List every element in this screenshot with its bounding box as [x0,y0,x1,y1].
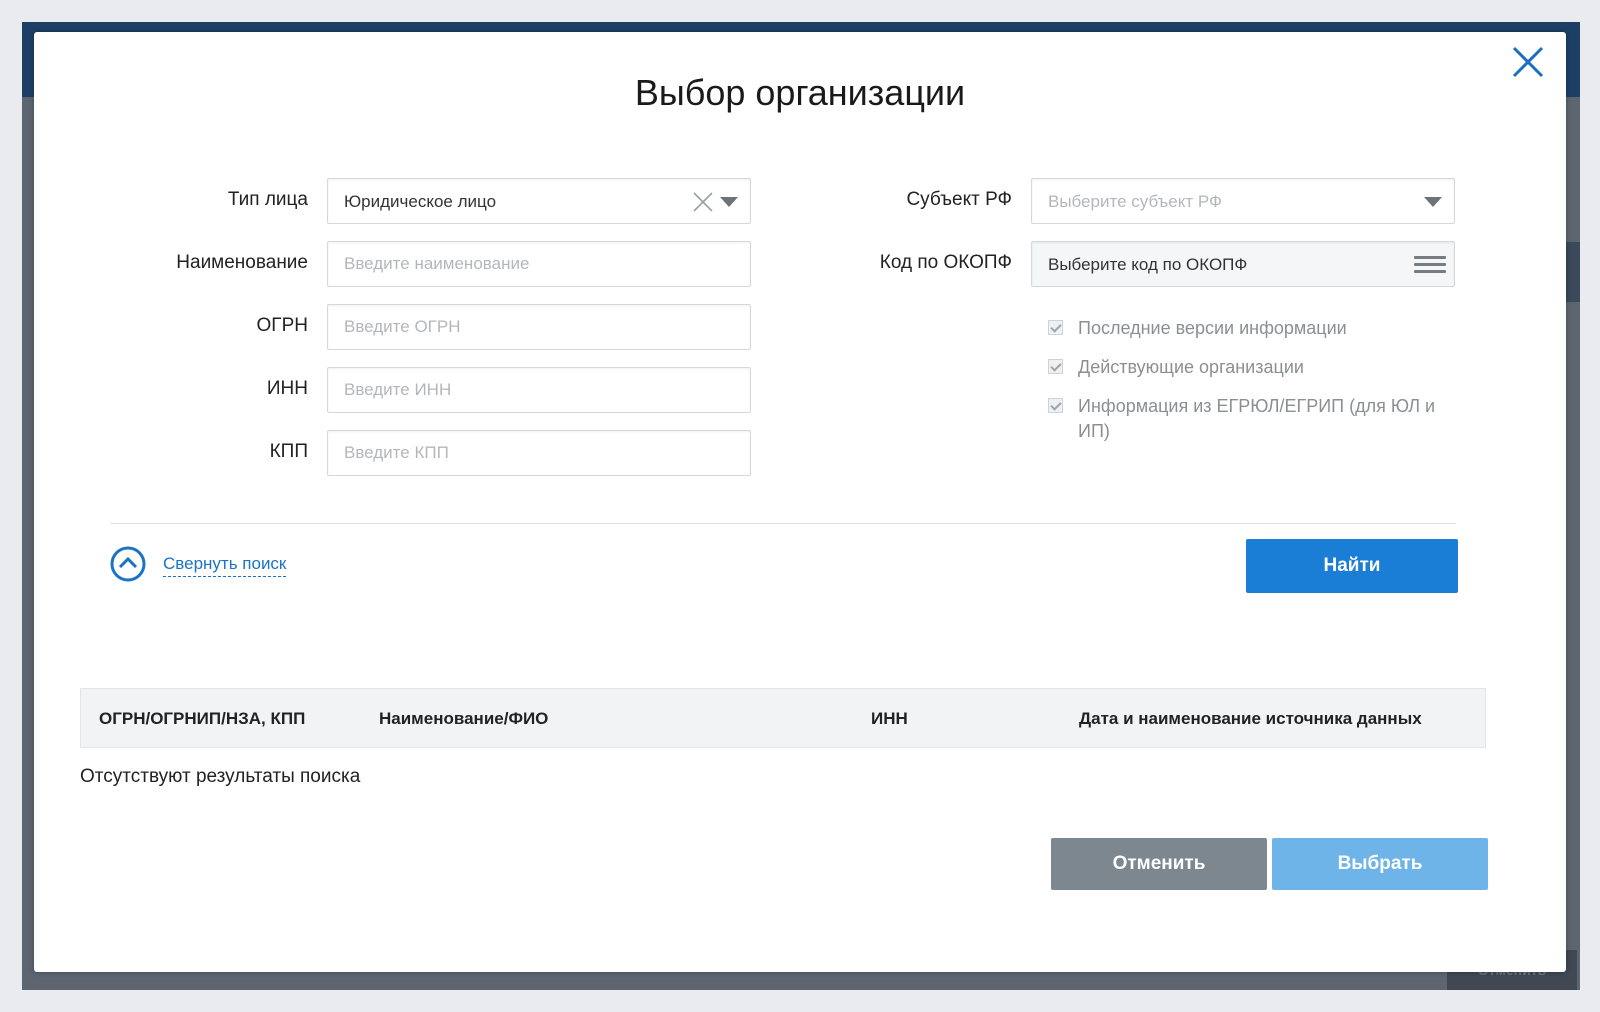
column-header-source[interactable]: Дата и наименование источника данных [1079,709,1422,729]
cancel-button[interactable]: Отменить [1051,838,1267,890]
checkbox-egrul-info-box[interactable] [1048,398,1063,413]
entity-type-label: Тип лица [227,189,308,210]
column-header-ogrn[interactable]: ОГРН/ОГРНИП/НЗА, КПП [99,709,305,729]
region-label: Субъект РФ [906,189,1012,210]
organization-select-dialog: Выбор организации Тип лица Юридическое л… [34,32,1566,972]
find-button[interactable]: Найти [1246,539,1458,593]
checkbox-latest-versions-box[interactable] [1048,320,1063,335]
kpp-field[interactable] [327,430,751,476]
checkbox-active-orgs-box[interactable] [1048,359,1063,374]
dropdown-arrow-icon[interactable] [720,197,738,207]
ogrn-label: ОГРН [256,315,308,336]
dropdown-arrow-icon[interactable] [1424,197,1442,207]
kpp-label: КПП [269,441,308,462]
results-table-header: ОГРН/ОГРНИП/НЗА, КПП Наименование/ФИО ИН… [80,688,1486,748]
entity-type-value: Юридическое лицо [344,192,497,211]
checkbox-egrul-info-label: Информация из ЕГРЮЛ/ЕГРИП (для ЮЛ и ИП) [1078,396,1436,441]
ogrn-input[interactable] [328,305,750,349]
checkbox-active-orgs-label: Действующие организации [1078,357,1304,377]
name-input[interactable] [328,242,750,286]
column-header-inn[interactable]: ИНН [871,709,908,729]
column-header-name[interactable]: Наименование/ФИО [379,709,548,729]
region-select[interactable]: Выберите субъект РФ [1031,178,1455,224]
collapse-search-link[interactable]: Свернуть поиск [163,554,287,577]
checkbox-latest-versions-label: Последние версии информации [1078,318,1347,338]
inn-label: ИНН [266,378,308,399]
dialog-title: Выбор организации [634,72,966,113]
entity-type-select[interactable]: Юридическое лицо [327,178,751,224]
region-placeholder: Выберите субъект РФ [1048,192,1222,211]
kpp-input[interactable] [328,431,750,475]
clear-icon[interactable] [692,191,714,213]
inn-field[interactable] [327,367,751,413]
ogrn-field[interactable] [327,304,751,350]
name-field[interactable] [327,241,751,287]
okopf-select[interactable]: Выберите код по ОКОПФ [1031,241,1455,287]
chevron-up-circle-icon[interactable] [110,546,146,582]
empty-results-message: Отсутствуют результаты поиска [80,766,361,787]
inn-input[interactable] [328,368,750,412]
okopf-value: Выберите код по ОКОПФ [1048,255,1248,274]
okopf-label: Код по ОКОПФ [879,252,1012,273]
select-button[interactable]: Выбрать [1272,838,1488,890]
form-divider [110,523,1456,524]
name-label: Наименование [176,252,308,273]
list-menu-icon[interactable] [1414,252,1446,278]
